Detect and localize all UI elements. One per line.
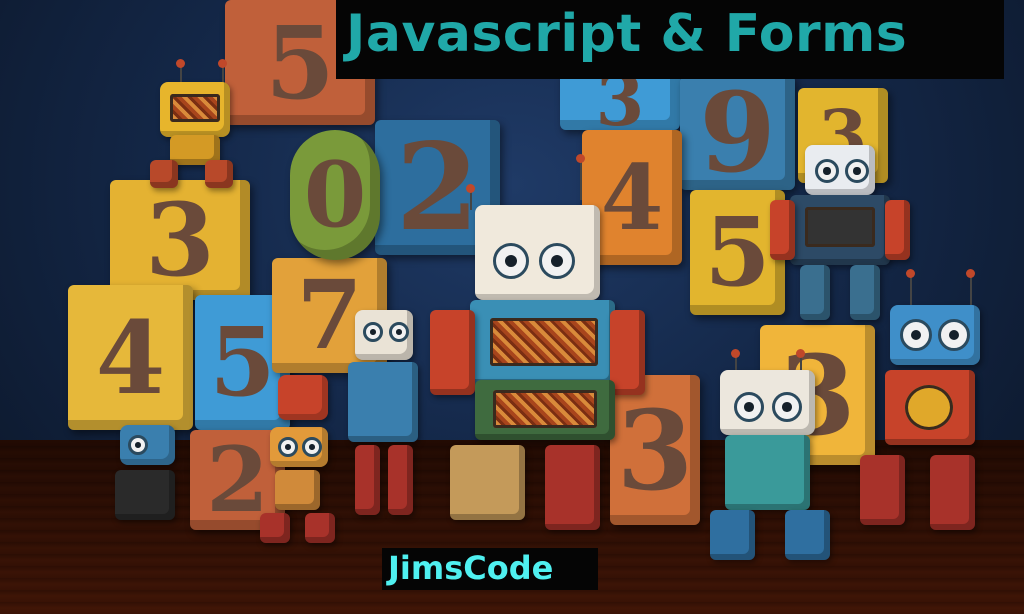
robot-teal-front xyxy=(700,349,840,565)
robot-small-left xyxy=(110,425,180,525)
brand-label: JimsCode xyxy=(388,549,554,587)
number-block: 0 xyxy=(290,130,380,260)
robot-small-white xyxy=(340,300,425,520)
number-block: 3 xyxy=(560,59,680,142)
robot-blue-right xyxy=(860,269,990,535)
scene-illustration: 5 3 9 2 3 4 5 3 3 4 5 7 2 3 0 Javascript… xyxy=(0,0,1024,614)
number-block: 4 xyxy=(68,285,193,430)
number-block: 3 xyxy=(110,180,250,300)
page-title: Javascript & Forms xyxy=(346,4,908,64)
robot-yellow-top xyxy=(150,59,240,190)
robot-central-large xyxy=(430,154,645,530)
robot-small-orange xyxy=(260,365,335,545)
